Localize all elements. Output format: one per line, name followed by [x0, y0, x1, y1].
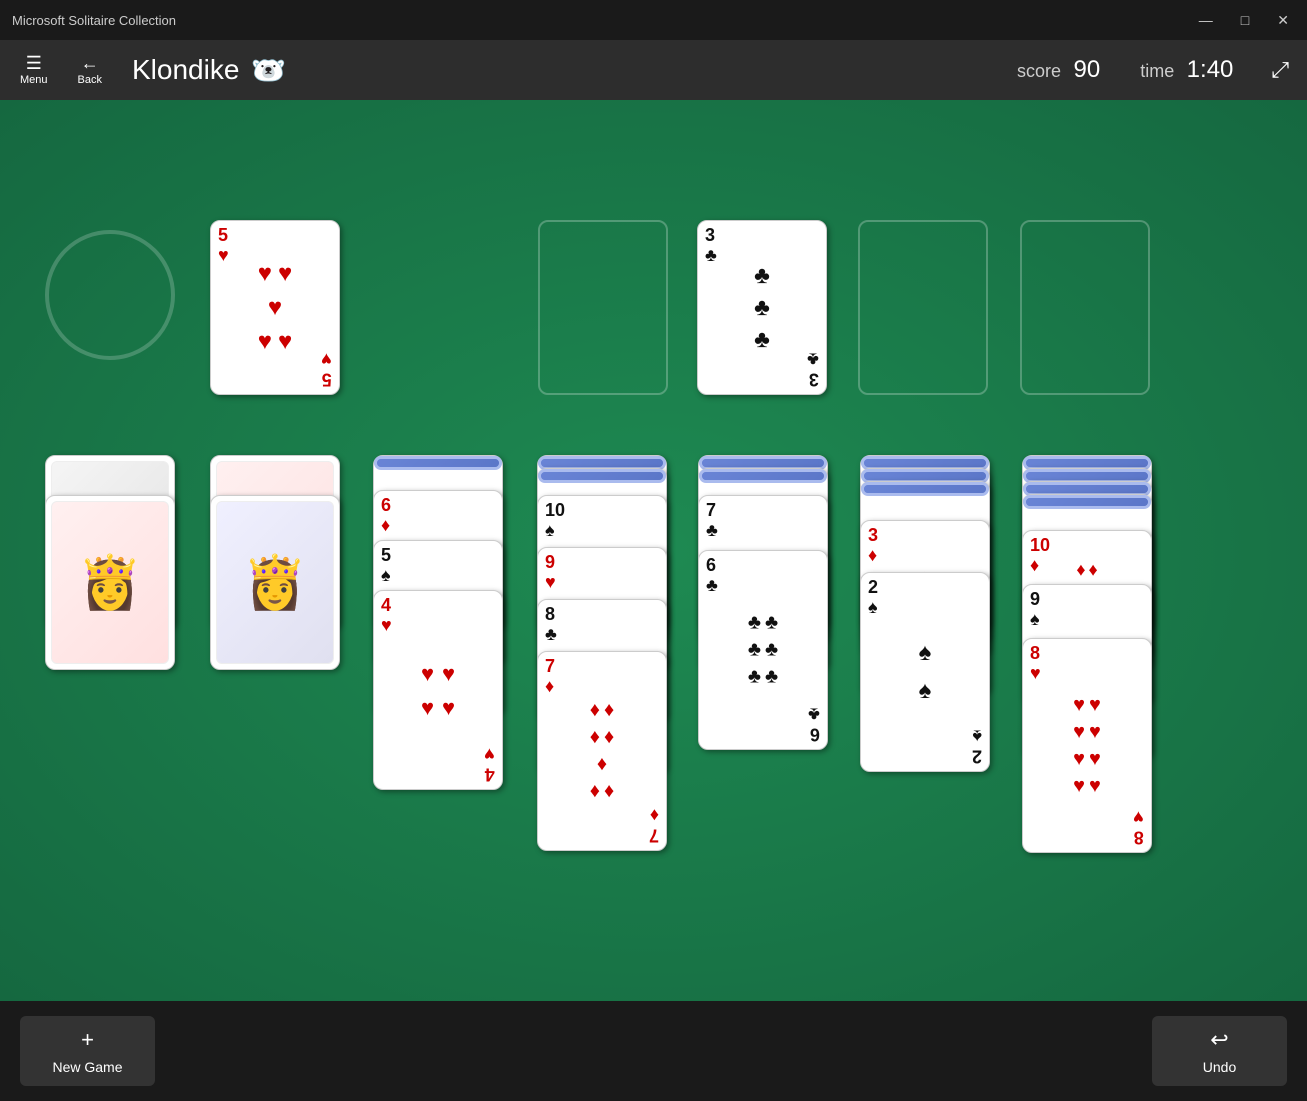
score-value: 90	[1074, 56, 1101, 83]
card-rank-top: 2♠	[868, 578, 878, 618]
card-pips: ♥♥ ♥♥	[421, 661, 455, 721]
menu-label: Menu	[20, 74, 48, 86]
foundation-4[interactable]	[1020, 220, 1150, 395]
card-rank-top: 9♥	[545, 553, 556, 593]
minimize-button[interactable]: —	[1193, 10, 1219, 31]
card-rank-bottom: 4♥	[484, 744, 495, 784]
new-game-icon: +	[81, 1027, 94, 1053]
card-pips: ♣♣ ♣♣ ♣♣	[748, 612, 778, 689]
tableau-col2-card2[interactable]: Q♠ Q♠ 👸	[210, 495, 340, 670]
foundation-3[interactable]	[858, 220, 988, 395]
tableau-col4-card-7d[interactable]: 7♦ 7♦ ♦♦ ♦♦ ♦ ♦♦	[537, 651, 667, 851]
waste-pile-card[interactable]: 5♥ 5♥ ♥♥ ♥ ♥♥	[210, 220, 340, 395]
undo-button[interactable]: ↩ Undo	[1152, 1016, 1287, 1086]
card-rank-top: 4♥	[381, 596, 392, 636]
card-rank-bottom: 3♣	[807, 349, 819, 389]
card-rank-bottom: 7♦	[649, 805, 659, 845]
card-rank-bottom: 6♣	[808, 704, 820, 744]
tableau-col3-card-4h[interactable]: 4♥ 4♥ ♥♥ ♥♥	[373, 590, 503, 790]
tableau-col6-card-2s[interactable]: 2♠ 2♠ ♠♠	[860, 572, 990, 772]
score-label: score	[1017, 61, 1061, 81]
queen-hearts-face: 👸	[51, 501, 169, 664]
game-title-area: Klondike 🐻‍❄️	[132, 54, 286, 87]
tableau-col7-card-8h[interactable]: 8♥ 8♥ ♥♥ ♥♥ ♥♥ ♥♥	[1022, 638, 1152, 853]
title-bar: Microsoft Solitaire Collection — □ ✕	[0, 0, 1307, 40]
stock-pile[interactable]	[45, 230, 175, 360]
foundation-1[interactable]	[538, 220, 668, 395]
card-rank-top: 8♥	[1030, 644, 1041, 684]
card-rank-top: 10♦	[1030, 536, 1050, 576]
time-label: time	[1140, 61, 1174, 81]
tableau-col5-card-bottom[interactable]: 6♣ 6♣ ♣♣ ♣♣ ♣♣	[698, 550, 828, 750]
card-rank-top: 3♣	[705, 226, 717, 266]
card-rank-bottom: 5♥	[321, 349, 332, 389]
time-display: time 1:40	[1140, 56, 1233, 84]
card-rank-top: 3♦	[868, 526, 878, 566]
card-rank-bottom: 8♥	[1133, 807, 1144, 847]
maximize-button[interactable]: □	[1235, 10, 1255, 31]
undo-label: Undo	[1203, 1059, 1236, 1075]
card-rank-bottom: 2♠	[972, 726, 982, 766]
score-display: score 90	[1017, 56, 1100, 84]
game-table[interactable]: 5♥ 5♥ ♥♥ ♥ ♥♥ 3♣ 3♣ ♣ ♣ ♣	[0, 100, 1307, 1001]
polar-bear-icon: 🐻‍❄️	[251, 54, 286, 87]
close-button[interactable]: ✕	[1271, 10, 1295, 31]
card-pips: ♦♦ ♦♦ ♦ ♦♦	[590, 699, 614, 803]
back-icon: ←	[81, 54, 99, 72]
card-rank-top: 10♠	[545, 501, 565, 541]
back-label: Back	[78, 74, 102, 86]
card-pips: ♥♥ ♥ ♥♥	[258, 260, 293, 356]
score-area: score 90 time 1:40	[1017, 56, 1233, 84]
expand-button[interactable]: ⤢	[1263, 53, 1297, 87]
card-rank-top: 7♦	[545, 657, 555, 697]
new-game-button[interactable]: + New Game	[20, 1016, 155, 1086]
hamburger-icon: ☰	[26, 54, 42, 72]
app-title: Microsoft Solitaire Collection	[12, 13, 176, 28]
card-rank-top: 5♥	[218, 226, 229, 266]
back-button[interactable]: ← Back	[68, 50, 112, 90]
new-game-label: New Game	[52, 1059, 122, 1075]
bottom-bar: + New Game ↩ Undo	[0, 1001, 1307, 1101]
tableau-col1-card2[interactable]: Q♥ Q♥ 👸	[45, 495, 175, 670]
menu-button[interactable]: ☰ Menu	[10, 50, 58, 90]
window-controls: — □ ✕	[1193, 10, 1295, 31]
card-rank-top: 5♠	[381, 546, 391, 586]
card-rank-top: 9♠	[1030, 590, 1040, 630]
undo-icon: ↩	[1210, 1027, 1228, 1053]
card-rank-top: 6♣	[706, 556, 718, 596]
card-rank-top: 7♣	[706, 501, 718, 541]
card-pips: ♠♠	[919, 639, 932, 705]
card-pips: ♥♥ ♥♥ ♥♥ ♥♥	[1073, 694, 1101, 798]
time-value: 1:40	[1187, 56, 1234, 83]
card-rank-top: 8♣	[545, 605, 557, 645]
game-header: ☰ Menu ← Back Klondike 🐻‍❄️ score 90 tim…	[0, 40, 1307, 100]
game-name: Klondike	[132, 54, 239, 86]
card-pips: ♣ ♣ ♣	[754, 262, 770, 354]
card-rank-top: 6♦	[381, 496, 391, 536]
foundation-2[interactable]: 3♣ 3♣ ♣ ♣ ♣	[697, 220, 827, 395]
queen-spades-face: 👸	[216, 501, 334, 664]
